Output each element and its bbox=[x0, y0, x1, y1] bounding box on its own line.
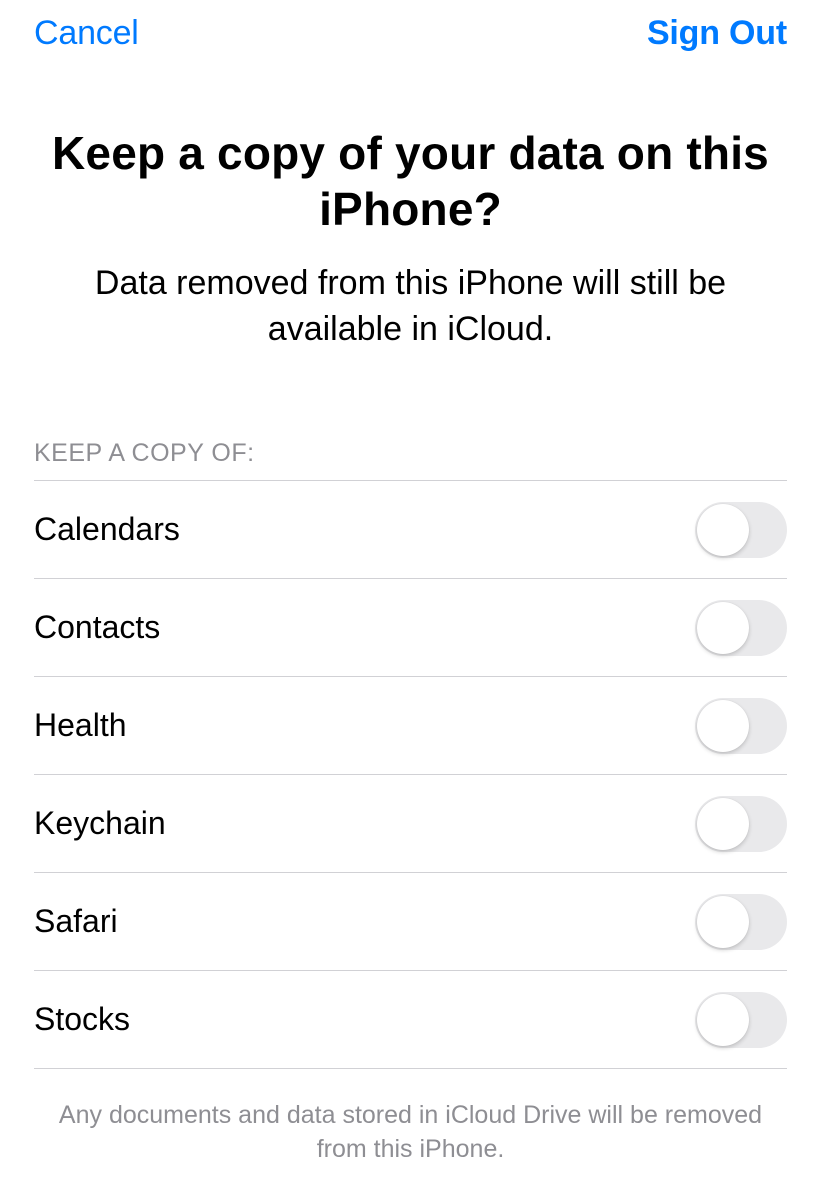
toggle-knob bbox=[697, 798, 749, 850]
list-item-label: Keychain bbox=[34, 805, 166, 842]
toggle-switch[interactable] bbox=[695, 502, 787, 558]
toggle-switch[interactable] bbox=[695, 894, 787, 950]
cancel-button[interactable]: Cancel bbox=[34, 14, 139, 53]
sign-out-button[interactable]: Sign Out bbox=[647, 14, 787, 53]
nav-bar: Cancel Sign Out bbox=[0, 0, 821, 53]
list-row: Calendars bbox=[34, 481, 787, 579]
page-subtitle: Data removed from this iPhone will still… bbox=[40, 261, 781, 353]
list-row: Keychain bbox=[34, 775, 787, 873]
list-item-label: Contacts bbox=[34, 609, 160, 646]
data-list: Calendars Contacts Health Keychain Safari Sto… bbox=[34, 480, 787, 1069]
list-item-label: Health bbox=[34, 707, 127, 744]
toggle-knob bbox=[697, 700, 749, 752]
list-row: Health bbox=[34, 677, 787, 775]
toggle-knob bbox=[697, 504, 749, 556]
list-item-label: Stocks bbox=[34, 1001, 130, 1038]
toggle-switch[interactable] bbox=[695, 600, 787, 656]
list-row: Stocks bbox=[34, 971, 787, 1069]
toggle-switch[interactable] bbox=[695, 698, 787, 754]
toggle-knob bbox=[697, 994, 749, 1046]
list-item-label: Safari bbox=[34, 903, 118, 940]
list-row: Safari bbox=[34, 873, 787, 971]
list-row: Contacts bbox=[34, 579, 787, 677]
page-title: Keep a copy of your data on this iPhone? bbox=[40, 125, 781, 237]
footer-note: Any documents and data stored in iCloud … bbox=[0, 1069, 821, 1167]
toggle-knob bbox=[697, 896, 749, 948]
title-section: Keep a copy of your data on this iPhone?… bbox=[0, 53, 821, 353]
toggle-switch[interactable] bbox=[695, 796, 787, 852]
section-header: KEEP A COPY OF: bbox=[0, 439, 821, 480]
list-item-label: Calendars bbox=[34, 511, 180, 548]
toggle-knob bbox=[697, 602, 749, 654]
toggle-switch[interactable] bbox=[695, 992, 787, 1048]
